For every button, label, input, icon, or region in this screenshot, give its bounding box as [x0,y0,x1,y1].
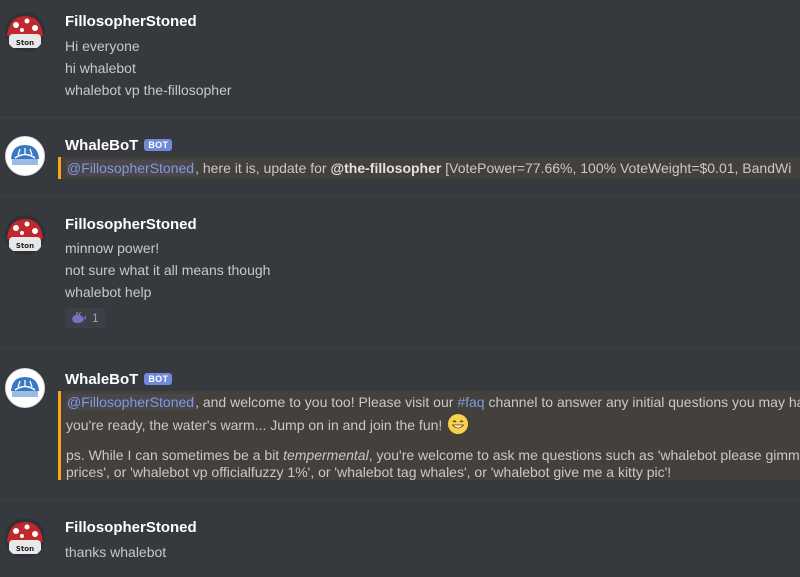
message-text: hi whalebot [65,60,136,76]
channel-link[interactable]: #faq [457,394,484,410]
avatar[interactable]: Ston [5,215,45,255]
message-text: prices', or 'whalebot vp officialfuzzy 1… [66,464,672,480]
username-text[interactable]: WhaleBoT [65,137,138,154]
username[interactable]: FillosopherStoned [65,216,197,233]
username[interactable]: FillosopherStoned [65,13,197,30]
message-fragment: tempermental [283,447,369,463]
svg-text:Ston: Ston [16,545,34,553]
message-divider [0,196,800,197]
message-fragment: channel to answer any initial questions … [484,394,800,410]
user-mention[interactable]: @FillosopherStoned [66,160,196,176]
message-text: thanks whalebot [65,544,167,560]
message-divider [0,348,800,349]
message-fragment: , you're welcome to ask me questions suc… [368,447,800,463]
whale-avatar-icon [11,145,39,165]
message-fragment: , here it is, update for [195,160,331,176]
message-text: minnow power! [65,240,160,256]
svg-text:Ston: Ston [16,242,34,250]
mention-highlight: @FillosopherStoned, and welcome to you t… [58,391,800,480]
avatar[interactable]: Ston [5,12,45,52]
grin-emoji-icon [448,414,469,434]
avatar[interactable] [5,136,45,176]
message-text: @FillosopherStoned, here it is, update f… [66,160,791,176]
message-text: whalebot vp the-fillosopher [65,82,232,98]
mushroom-avatar-icon: Ston [7,522,43,554]
message-divider [0,500,800,501]
message-divider [0,117,800,118]
username[interactable]: FillosopherStoned [65,519,197,536]
message-text: ps. While I can sometimes be a bit tempe… [66,447,800,463]
avatar[interactable]: Ston [5,518,45,558]
user-mention[interactable]: @FillosopherStoned [66,394,196,410]
message-fragment: you're ready, the water's warm... Jump o… [66,417,443,433]
username[interactable]: WhaleBoT BOT [65,137,173,154]
message-fragment: , and welcome to you too! Please visit o… [195,394,458,410]
bot-badge: BOT [144,139,173,151]
message-fragment: [VotePower=77.66%, 100% VoteWeight=$0.01… [441,160,792,176]
bot-badge: BOT [144,373,173,385]
mushroom-avatar-icon: Ston [7,219,43,251]
whale-icon [72,312,86,323]
avatar[interactable] [5,368,45,408]
username-text[interactable]: WhaleBoT [65,371,138,388]
mushroom-avatar-icon: Ston [7,16,43,48]
message-text: Hi everyone [65,38,140,54]
username[interactable]: WhaleBoT BOT [65,371,173,388]
message-fragment: ps. While I can sometimes be a bit [66,447,284,463]
message-text: whalebot help [65,284,152,300]
bold-mention: @the-fillosopher [330,160,442,176]
reaction-button[interactable]: 1 [65,308,105,328]
message-text: not sure what it all means though [65,262,271,278]
reaction-count: 1 [92,311,99,325]
mention-highlight: @FillosopherStoned, here it is, update f… [58,157,800,179]
message-text: @FillosopherStoned, and welcome to you t… [66,394,800,410]
message-text: you're ready, the water's warm... Jump o… [66,414,469,434]
svg-text:Ston: Ston [16,39,34,47]
whale-avatar-icon [11,377,39,397]
